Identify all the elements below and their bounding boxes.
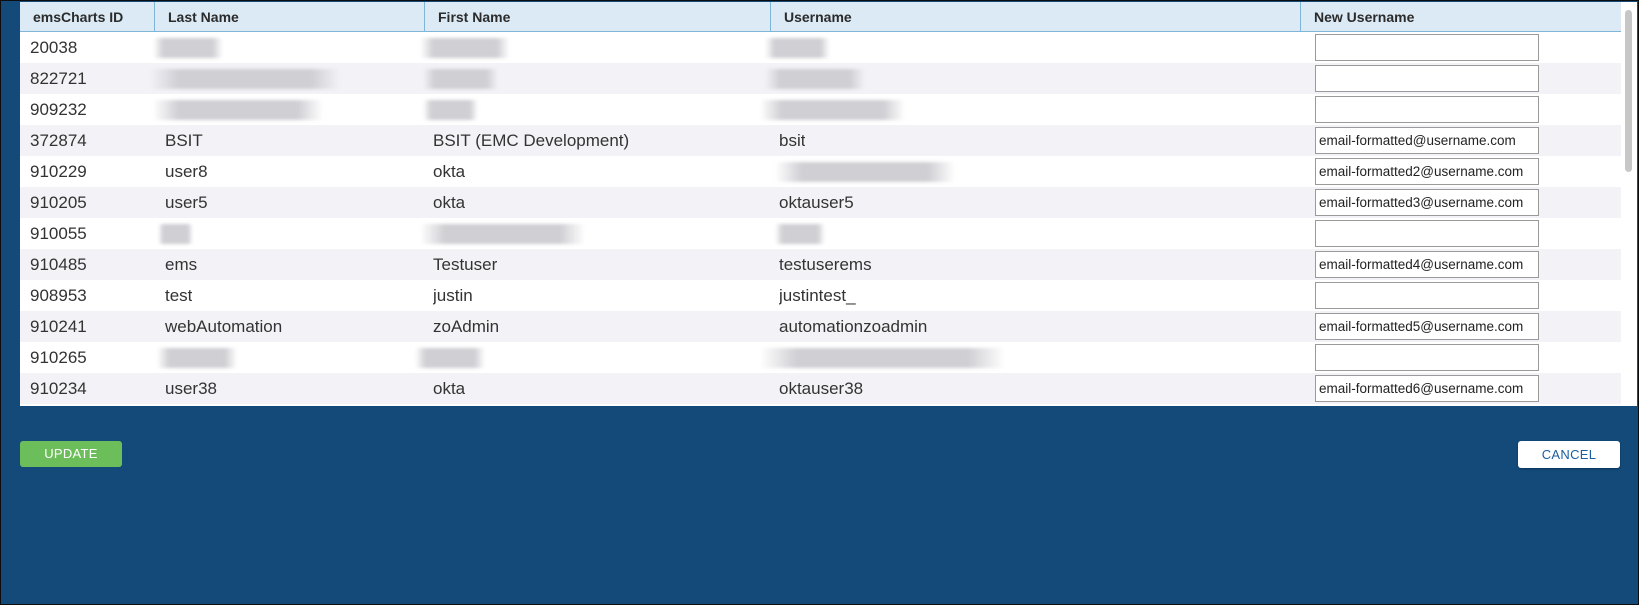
redacted-value: [760, 348, 1005, 368]
redacted-value: [760, 100, 905, 120]
cancel-button[interactable]: CANCEL: [1518, 441, 1620, 468]
table-row: 910234 user38 okta oktauser38: [20, 373, 1621, 404]
cell-first: Testuser: [433, 255, 498, 274]
table-row: 822721: [20, 63, 1621, 94]
cell-id: 910241: [30, 317, 87, 336]
redacted-value: [157, 348, 237, 368]
redacted-value: [153, 100, 323, 120]
cell-username: justintest_: [779, 286, 856, 305]
column-header-emscharts-id[interactable]: emsCharts ID: [20, 2, 155, 31]
cell-id: 909232: [30, 100, 87, 119]
cell-last: webAutomation: [165, 317, 283, 336]
table-row: 910265: [20, 342, 1621, 373]
redacted-value: [423, 100, 478, 120]
cell-last: user38: [165, 379, 217, 398]
new-username-input[interactable]: [1315, 65, 1539, 92]
cell-first: BSIT (EMC Development): [433, 131, 630, 150]
table-row: 20038: [20, 32, 1621, 63]
redacted-value: [775, 224, 825, 244]
cell-last: ems: [165, 255, 198, 274]
cell-id: 910055: [30, 224, 87, 243]
column-header-last-name[interactable]: Last Name: [155, 2, 425, 31]
table-row: 908953 test justin justintest_: [20, 280, 1621, 311]
new-username-input[interactable]: [1315, 127, 1539, 154]
cell-first: okta: [433, 162, 466, 181]
new-username-input[interactable]: [1315, 375, 1539, 402]
redacted-value: [153, 38, 223, 58]
cell-id: 910234: [30, 379, 87, 398]
table-row: 909232: [20, 94, 1621, 125]
cell-username: bsit: [779, 131, 806, 150]
cell-first: okta: [433, 379, 466, 398]
cell-username: oktauser38: [779, 379, 864, 398]
column-header-first-name[interactable]: First Name: [425, 2, 771, 31]
new-username-input[interactable]: [1315, 313, 1539, 340]
cell-last: user5: [165, 193, 208, 212]
table-row: 910241 webAutomation zoAdmin automationzoad…: [20, 311, 1621, 342]
cell-id: 372874: [30, 131, 87, 150]
cell-username: testuserems: [779, 255, 872, 274]
cell-id: 910485: [30, 255, 87, 274]
redacted-value: [765, 38, 830, 58]
new-username-input[interactable]: [1315, 158, 1539, 185]
cell-first: zoAdmin: [433, 317, 500, 336]
redacted-value: [415, 348, 485, 368]
table-row: 910229 user8 okta: [20, 156, 1621, 187]
column-header-username[interactable]: Username: [771, 2, 1301, 31]
new-username-input[interactable]: [1315, 34, 1539, 61]
new-username-input[interactable]: [1315, 189, 1539, 216]
table-row: 910485 ems Testuser testuserems: [20, 249, 1621, 280]
update-button[interactable]: UPDATE: [20, 441, 122, 467]
table-scrollbar[interactable]: [1621, 2, 1637, 406]
table-row: 910205 user5 okta oktauser5: [20, 187, 1621, 218]
cell-id: 20038: [30, 38, 78, 57]
redacted-value: [420, 224, 585, 244]
cell-last: test: [165, 286, 193, 305]
new-username-input[interactable]: [1315, 344, 1539, 371]
users-table: emsCharts ID Last Name First Name Userna…: [20, 2, 1621, 406]
new-username-input[interactable]: [1315, 282, 1539, 309]
cell-username: automationzoadmin: [779, 317, 928, 336]
cell-id: 908953: [30, 286, 87, 305]
cell-first: okta: [433, 193, 466, 212]
redacted-value: [775, 162, 955, 182]
cell-id: 910205: [30, 193, 87, 212]
cell-last: BSIT: [165, 131, 203, 150]
new-username-input[interactable]: [1315, 251, 1539, 278]
scrollbar-thumb[interactable]: [1625, 10, 1632, 172]
redacted-value: [423, 69, 498, 89]
cell-id: 910265: [30, 348, 87, 367]
new-username-input[interactable]: [1315, 96, 1539, 123]
redacted-value: [420, 38, 510, 58]
redacted-value: [765, 69, 865, 89]
column-header-new-username[interactable]: New Username: [1301, 2, 1621, 31]
redacted-value: [158, 224, 193, 244]
table-row: 372874 BSIT BSIT (EMC Development) bsit: [20, 125, 1621, 156]
new-username-input[interactable]: [1315, 220, 1539, 247]
cell-id: 822721: [30, 69, 87, 88]
cell-first: justin: [433, 286, 473, 305]
redacted-value: [150, 69, 340, 89]
table-header: emsCharts ID Last Name First Name Userna…: [20, 2, 1621, 32]
cell-id: 910229: [30, 162, 87, 181]
cell-username: oktauser5: [779, 193, 854, 212]
cell-last: user8: [165, 162, 208, 181]
table-row: 910055: [20, 218, 1621, 249]
